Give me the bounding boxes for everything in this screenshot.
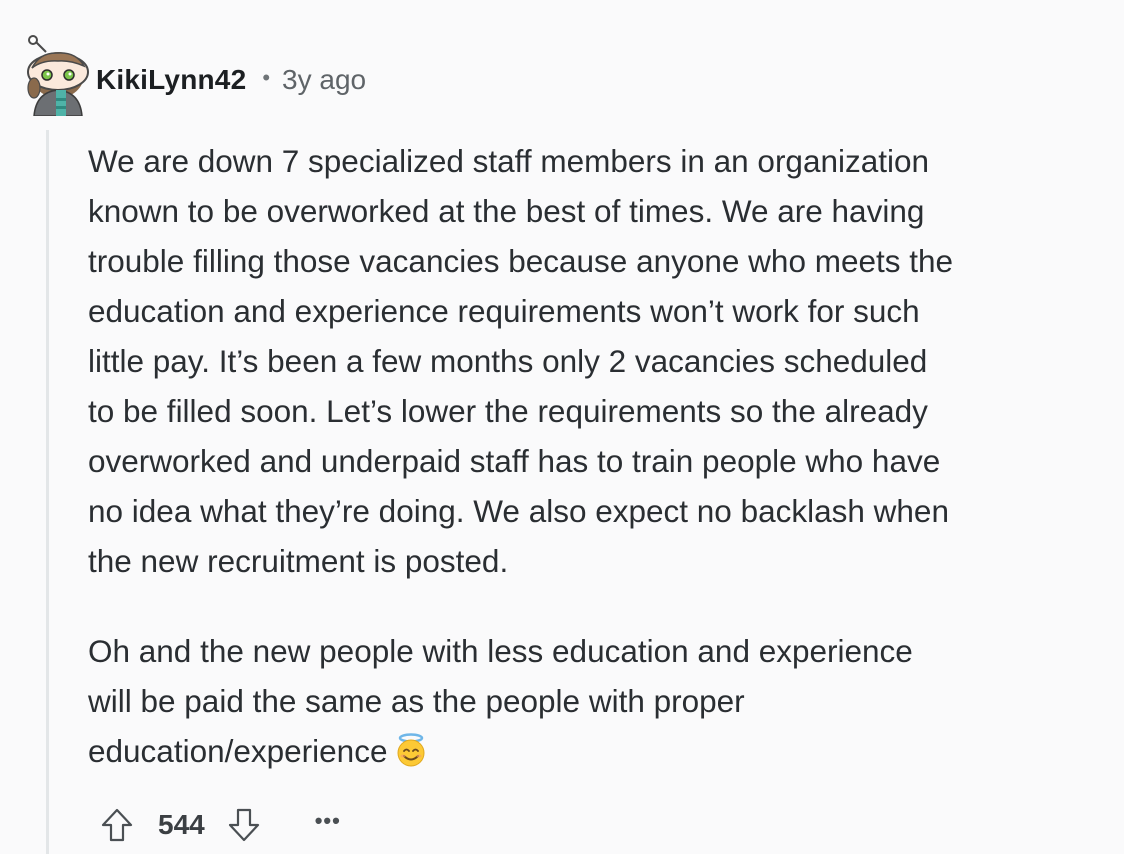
comment-body: We are down 7 specialized staff members … — [88, 136, 1108, 776]
vote-score: 544 — [158, 809, 205, 840]
user-avatar-image — [27, 35, 89, 117]
downvote-arrow-icon — [228, 808, 259, 842]
author-username[interactable]: KikiLynn42 — [96, 64, 246, 96]
meta-separator: • — [262, 65, 271, 90]
comment-header: KikiLynn42 • 3y ago — [96, 60, 366, 100]
avatar[interactable] — [20, 30, 96, 117]
downvote-button[interactable] — [225, 805, 263, 845]
comment-actions: 544 ••• — [98, 800, 341, 850]
comment: KikiLynn42 • 3y ago We are down 7 specia… — [0, 0, 1124, 854]
more-options-button[interactable]: ••• — [315, 808, 341, 834]
upvote-arrow-icon — [101, 808, 133, 842]
comment-paragraph: We are down 7 specialized staff members … — [88, 143, 954, 579]
comment-timestamp[interactable]: 3y ago — [282, 64, 366, 96]
thread-line[interactable] — [46, 130, 49, 854]
upvote-button[interactable] — [98, 805, 136, 845]
comment-paragraph: Oh and the new people with less educatio… — [88, 626, 1108, 776]
smiling-face-with-halo-icon — [393, 732, 429, 768]
comment-paragraph-text: Oh and the new people with less educatio… — [88, 633, 913, 769]
